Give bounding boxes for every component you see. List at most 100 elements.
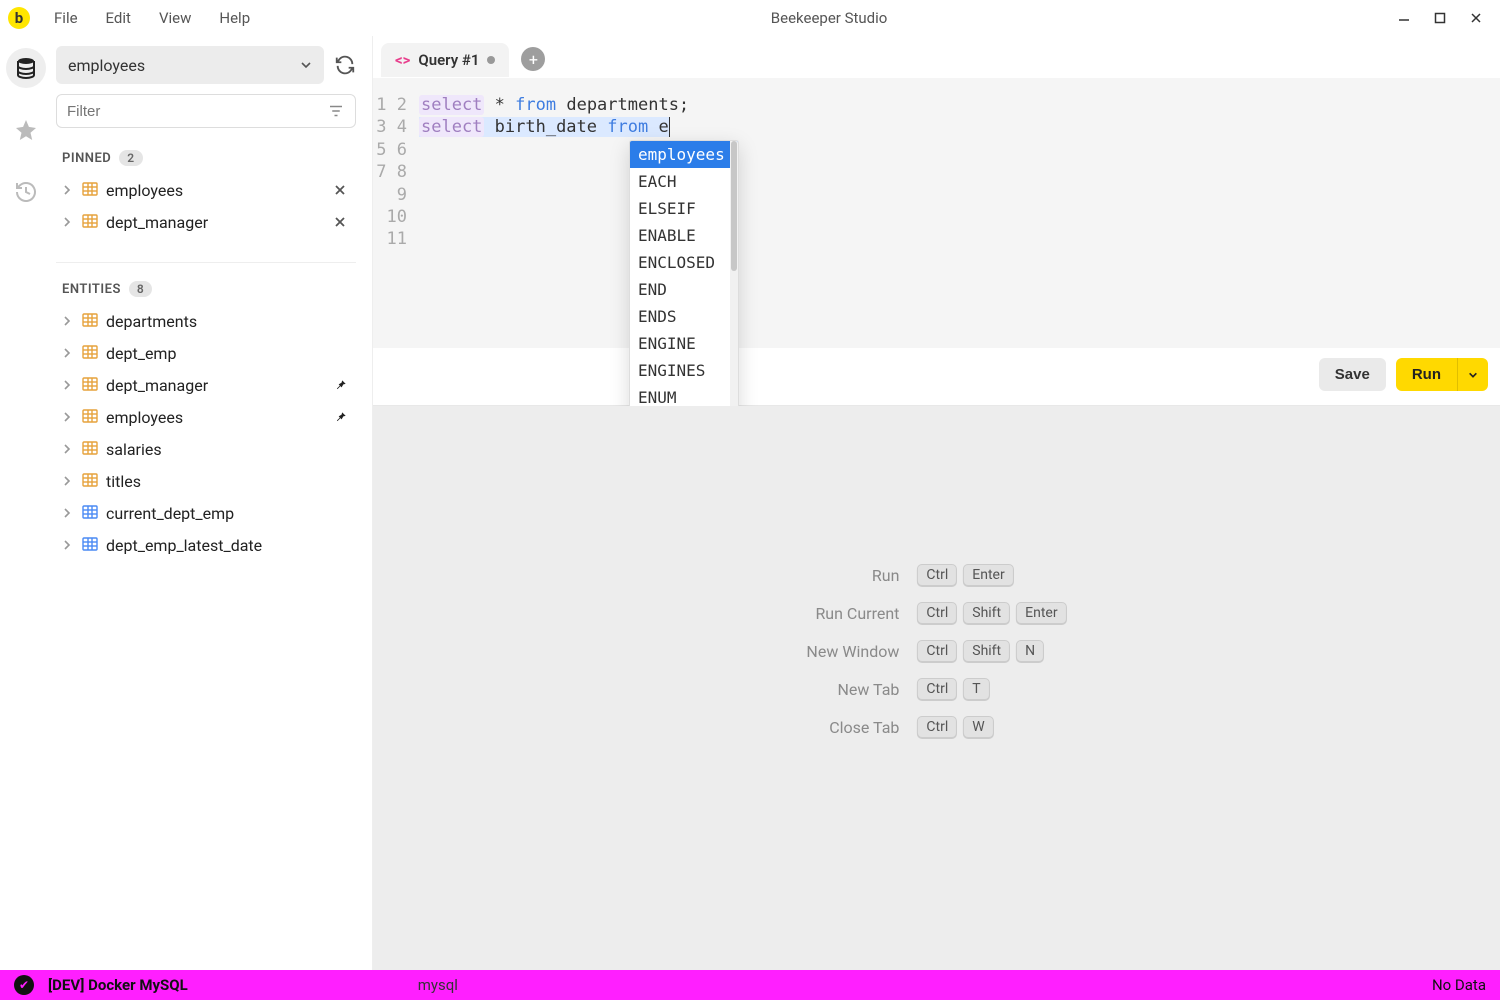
status-connection[interactable]: [DEV] Docker MySQL bbox=[48, 976, 188, 994]
code-editor[interactable]: select * from departments; select birth_… bbox=[417, 78, 1500, 348]
line-gutter: 1 2 3 4 5 6 7 8 9 10 11 bbox=[373, 78, 417, 348]
view-icon bbox=[82, 536, 100, 554]
pinned-label: PINNED bbox=[62, 151, 111, 166]
autocomplete-item[interactable]: ENCLOSED bbox=[630, 249, 738, 276]
chevron-right-icon bbox=[62, 444, 76, 454]
tree-item-label: current_dept_emp bbox=[106, 504, 352, 523]
entity-item[interactable]: current_dept_emp bbox=[56, 497, 356, 529]
tree-item-label: dept_manager bbox=[106, 213, 328, 232]
dirty-indicator-icon bbox=[487, 56, 495, 64]
pin-icon[interactable] bbox=[334, 378, 352, 392]
unpin-button[interactable] bbox=[334, 184, 352, 196]
rail-star-icon[interactable] bbox=[6, 110, 46, 150]
key-badge: W bbox=[963, 716, 993, 738]
pin-icon[interactable] bbox=[334, 410, 352, 424]
pinned-item[interactable]: employees bbox=[56, 174, 356, 206]
shortcut-keys: CtrlW bbox=[917, 716, 1066, 738]
entity-item[interactable]: dept_manager bbox=[56, 369, 356, 401]
entities-label: ENTITIES bbox=[62, 282, 121, 297]
chevron-right-icon bbox=[62, 412, 76, 422]
entities-count-badge: 8 bbox=[129, 281, 152, 297]
shortcut-keys: CtrlT bbox=[917, 678, 1066, 700]
shortcut-label: Run bbox=[806, 566, 899, 585]
unpin-button[interactable] bbox=[334, 216, 352, 228]
key-badge: Ctrl bbox=[917, 602, 957, 624]
tree-item-label: employees bbox=[106, 408, 328, 427]
table-icon bbox=[82, 344, 100, 362]
editor-actions: Save Run bbox=[373, 348, 1500, 406]
menu-bar: File Edit View Help bbox=[42, 5, 262, 31]
table-icon bbox=[82, 312, 100, 330]
shortcut-label: Close Tab bbox=[806, 718, 899, 737]
menu-edit[interactable]: Edit bbox=[94, 5, 143, 31]
sidebar: employees PINNED 2 employees dept_manage… bbox=[52, 36, 372, 970]
chevron-right-icon bbox=[62, 508, 76, 518]
filter-settings-icon[interactable] bbox=[327, 102, 345, 120]
pinned-list: employees dept_manager bbox=[56, 174, 356, 238]
tree-item-label: dept_emp bbox=[106, 344, 352, 363]
tab-query-1[interactable]: <> Query #1 bbox=[381, 43, 509, 77]
autocomplete-item[interactable]: ENGINES bbox=[630, 357, 738, 384]
filter-input[interactable] bbox=[67, 103, 327, 120]
statusbar: ✔ [DEV] Docker MySQL mysql No Data bbox=[0, 970, 1500, 1000]
pinned-header: PINNED 2 bbox=[56, 146, 356, 170]
pinned-count-badge: 2 bbox=[119, 150, 142, 166]
menu-help[interactable]: Help bbox=[207, 5, 262, 31]
entity-item[interactable]: salaries bbox=[56, 433, 356, 465]
window-controls bbox=[1396, 10, 1492, 26]
status-engine: mysql bbox=[418, 976, 458, 994]
rail-database-icon[interactable] bbox=[6, 48, 46, 88]
tree-item-label: salaries bbox=[106, 440, 352, 459]
new-tab-button[interactable]: + bbox=[521, 47, 545, 71]
key-badge: T bbox=[963, 678, 989, 700]
left-rail bbox=[0, 36, 52, 970]
chevron-right-icon bbox=[62, 380, 76, 390]
shortcut-keys: Ctrl Enter bbox=[917, 564, 1066, 586]
entity-item[interactable]: dept_emp_latest_date bbox=[56, 529, 356, 561]
chevron-down-icon bbox=[300, 59, 312, 71]
table-icon bbox=[82, 181, 100, 199]
run-button[interactable]: Run bbox=[1396, 358, 1457, 391]
entity-item[interactable]: titles bbox=[56, 465, 356, 497]
divider bbox=[56, 262, 356, 263]
autocomplete-item[interactable]: ENABLE bbox=[630, 222, 738, 249]
refresh-button[interactable] bbox=[334, 54, 356, 76]
maximize-button[interactable] bbox=[1432, 10, 1448, 26]
entity-item[interactable]: employees bbox=[56, 401, 356, 433]
pinned-item[interactable]: dept_manager bbox=[56, 206, 356, 238]
chevron-right-icon bbox=[62, 185, 76, 195]
minimize-button[interactable] bbox=[1396, 10, 1412, 26]
menu-view[interactable]: View bbox=[147, 5, 203, 31]
tree-item-label: employees bbox=[106, 181, 328, 200]
autocomplete-item[interactable]: employees bbox=[630, 141, 738, 168]
menu-file[interactable]: File bbox=[42, 5, 90, 31]
rail-history-icon[interactable] bbox=[6, 172, 46, 212]
autocomplete-item[interactable]: ELSEIF bbox=[630, 195, 738, 222]
entity-item[interactable]: departments bbox=[56, 305, 356, 337]
view-icon bbox=[82, 504, 100, 522]
tree-item-label: dept_emp_latest_date bbox=[106, 536, 352, 555]
tree-item-label: dept_manager bbox=[106, 376, 328, 395]
table-icon bbox=[82, 408, 100, 426]
close-button[interactable] bbox=[1468, 10, 1484, 26]
save-button[interactable]: Save bbox=[1319, 358, 1386, 391]
autocomplete-item[interactable]: EACH bbox=[630, 168, 738, 195]
app-logo: b bbox=[8, 7, 30, 29]
results-area: RunCtrlEnterRun CurrentCtrlShiftEnterNew… bbox=[373, 406, 1500, 970]
key-badge: Ctrl bbox=[917, 564, 957, 586]
status-ok-icon: ✔ bbox=[14, 975, 34, 995]
shortcut-label: New Window bbox=[806, 642, 899, 661]
run-dropdown-button[interactable] bbox=[1457, 358, 1488, 391]
database-select[interactable]: employees bbox=[56, 46, 324, 84]
key-badge: Enter bbox=[1016, 602, 1066, 624]
autocomplete-item[interactable]: ENDS bbox=[630, 303, 738, 330]
autocomplete-item[interactable]: ENGINE bbox=[630, 330, 738, 357]
key-badge: Enter bbox=[963, 564, 1013, 586]
key-badge: Shift bbox=[963, 640, 1010, 662]
run-button-group: Run bbox=[1396, 358, 1488, 391]
filter-row bbox=[56, 94, 356, 128]
entity-item[interactable]: dept_emp bbox=[56, 337, 356, 369]
table-icon bbox=[82, 376, 100, 394]
autocomplete-item[interactable]: END bbox=[630, 276, 738, 303]
key-badge: Ctrl bbox=[917, 640, 957, 662]
